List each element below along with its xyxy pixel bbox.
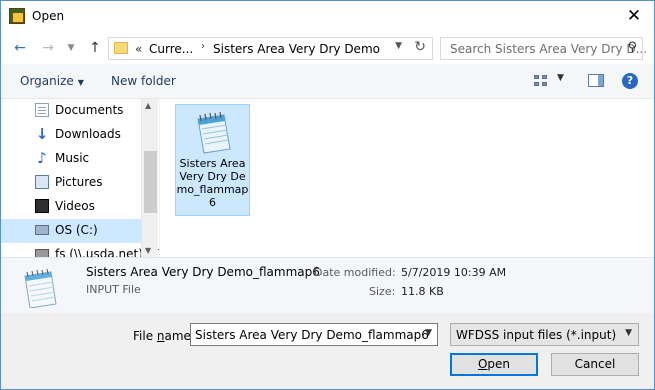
command-toolbar: Organize ▼ New folder ▼ ? xyxy=(1,64,654,99)
organize-button[interactable]: Organize ▼ xyxy=(20,74,84,88)
address-bar[interactable]: « Curre... › Sisters Area Very Dry Demo … xyxy=(108,37,433,60)
refresh-icon[interactable]: ↻ xyxy=(414,39,426,55)
sidebar-item-label: Documents xyxy=(55,103,124,117)
breadcrumb-parent[interactable]: Curre... xyxy=(149,42,193,56)
size-label: Size: xyxy=(369,285,396,298)
file-name-input[interactable]: Sisters Area Very Dry Demo_flammap6 ▼ xyxy=(190,323,438,346)
documents-icon xyxy=(35,103,49,117)
sidebar-item-music[interactable]: ♪ Music xyxy=(1,147,141,171)
sidebar-item-pictures[interactable]: Pictures xyxy=(1,171,141,195)
folder-icon xyxy=(114,42,128,54)
sidebar-item-documents[interactable]: Documents xyxy=(1,99,141,123)
search-icon[interactable]: ⚲ xyxy=(627,40,637,55)
sidebar-item-network-drive[interactable]: fs (\\.usda.net) (T xyxy=(1,243,159,257)
close-button[interactable]: ✕ xyxy=(622,4,646,28)
up-arrow-icon[interactable]: ↑ xyxy=(87,40,103,56)
breadcrumb-current[interactable]: Sisters Area Very Dry Demo xyxy=(213,42,380,56)
help-icon[interactable]: ? xyxy=(622,73,638,89)
chevron-down-icon[interactable]: ▼ xyxy=(625,328,632,338)
app-icon xyxy=(9,8,25,24)
sidebar-item-label: Music xyxy=(55,151,90,165)
navigation-pane-scrollbar[interactable]: ▲ ▼ xyxy=(141,99,158,257)
downloads-icon: ↓ xyxy=(35,125,49,143)
title-bar: Open ✕ xyxy=(1,1,654,32)
window-title: Open xyxy=(32,9,65,23)
notepad-file-icon xyxy=(24,268,57,308)
chevron-down-icon[interactable]: ▼ xyxy=(425,328,432,338)
file-name-value: Sisters Area Very Dry Demo_flammap6 xyxy=(195,328,429,342)
search-placeholder: Search Sisters Area Very Dry D... xyxy=(450,42,648,56)
breadcrumb-overflow[interactable]: « xyxy=(135,42,142,56)
open-button[interactable]: Open xyxy=(450,353,538,376)
address-dropdown-icon[interactable]: ▼ xyxy=(395,41,402,51)
forward-arrow-icon[interactable]: → xyxy=(40,40,56,56)
view-dropdown-icon[interactable]: ▼ xyxy=(557,73,564,83)
sidebar-item-label: OS (C:) xyxy=(55,223,98,237)
navigation-pane: Documents ↓ Downloads ♪ Music Pictures V… xyxy=(1,99,159,257)
file-type-select[interactable]: WFDSS input files (*.input) ▼ xyxy=(450,323,639,346)
breadcrumb-separator-icon[interactable]: › xyxy=(201,41,205,52)
network-drive-icon xyxy=(35,249,49,257)
details-file-name: Sisters Area Very Dry Demo_flammap6 xyxy=(86,265,320,279)
organize-label: Organize xyxy=(20,74,74,88)
sidebar-item-videos[interactable]: Videos xyxy=(1,195,141,219)
drive-icon xyxy=(35,225,49,235)
sidebar-item-label: Pictures xyxy=(55,175,103,189)
cancel-button[interactable]: Cancel xyxy=(551,353,639,376)
back-arrow-icon[interactable]: ← xyxy=(12,40,28,56)
scrollbar-thumb[interactable] xyxy=(144,151,157,213)
new-folder-button[interactable]: New folder xyxy=(111,74,176,88)
file-list: Sisters Area Very Dry Demo_flammap6 xyxy=(160,99,654,257)
view-options-icon[interactable] xyxy=(534,75,548,87)
search-input[interactable]: Search Sisters Area Very Dry D... ⚲ xyxy=(440,37,647,60)
file-item[interactable]: Sisters Area Very Dry Demo_flammap6 xyxy=(175,104,250,216)
open-dialog: Open ✕ ← → ▼ ↑ « Curre... › Sisters Area… xyxy=(0,0,655,390)
file-name-label: File name: xyxy=(133,329,195,343)
file-type-value: WFDSS input files (*.input) xyxy=(456,328,617,342)
music-icon: ♪ xyxy=(37,149,47,167)
date-modified-value: 5/7/2019 10:39 AM xyxy=(401,266,507,279)
preview-pane-icon[interactable] xyxy=(588,74,604,87)
sidebar-item-label: Videos xyxy=(55,199,95,213)
size-value: 11.8 KB xyxy=(401,285,444,298)
details-pane: Sisters Area Very Dry Demo_flammap6 INPU… xyxy=(1,257,654,313)
scroll-down-icon[interactable]: ▼ xyxy=(145,246,151,255)
sidebar-item-label: Downloads xyxy=(55,127,121,141)
details-file-type: INPUT File xyxy=(86,283,141,296)
scroll-up-icon[interactable]: ▲ xyxy=(145,101,151,110)
date-modified-label: Date modified: xyxy=(314,266,396,279)
sidebar-item-downloads[interactable]: ↓ Downloads xyxy=(1,123,141,147)
recent-locations-chevron-icon[interactable]: ▼ xyxy=(63,40,79,56)
organize-caret-icon: ▼ xyxy=(77,78,84,87)
notepad-file-icon xyxy=(197,111,231,154)
dialog-footer: File name: Sisters Area Very Dry Demo_fl… xyxy=(1,313,654,389)
navigation-bar: ← → ▼ ↑ « Curre... › Sisters Area Very D… xyxy=(1,32,654,64)
sidebar-item-os-drive[interactable]: OS (C:) xyxy=(1,219,141,243)
videos-icon xyxy=(35,199,49,213)
pictures-icon xyxy=(35,175,49,189)
file-name: Sisters Area Very Dry Demo_flammap6 xyxy=(176,157,249,209)
